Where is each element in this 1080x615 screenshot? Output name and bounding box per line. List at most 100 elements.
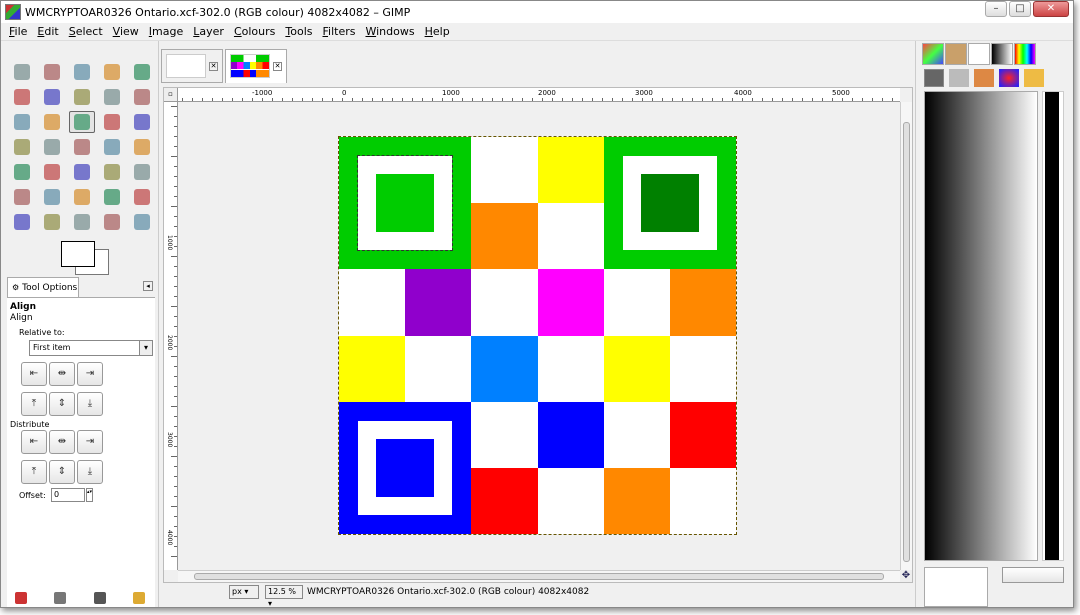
relative-to-dropdown[interactable]: First item ▾ (29, 340, 153, 356)
vertical-scroll-thumb[interactable] (903, 122, 910, 562)
vertical-ruler[interactable]: 1000 2000 3000 4000 (164, 102, 178, 570)
menu-view[interactable]: View (113, 25, 139, 38)
maximize-button[interactable]: □ (1009, 1, 1031, 17)
restore-options-icon[interactable] (54, 592, 67, 604)
perspective-tool-icon[interactable] (69, 136, 95, 158)
blend-tool-icon[interactable] (69, 161, 95, 183)
dodge-burn-tool-icon[interactable] (99, 211, 125, 233)
image-tab-blank[interactable]: ✕ (161, 49, 223, 83)
by-color-select-tool-icon[interactable] (129, 61, 155, 83)
cage-transform-tool-icon[interactable] (129, 136, 155, 158)
color-picker-tool-icon[interactable] (99, 86, 125, 108)
align-right-button[interactable]: ⇥ (77, 362, 103, 386)
align-middle-v-button[interactable]: ⇕ (49, 392, 75, 416)
menu-tools[interactable]: Tools (285, 25, 312, 38)
horizontal-scroll-thumb[interactable] (194, 573, 884, 580)
ink-tool-icon[interactable] (69, 186, 95, 208)
distribute-bottom-button[interactable]: ⤓ (77, 460, 103, 484)
distribute-left-button[interactable]: ⇤ (21, 430, 47, 454)
image-canvas[interactable] (338, 136, 737, 535)
rect-select-tool-icon[interactable] (9, 61, 35, 83)
shear-tool-icon[interactable] (39, 136, 65, 158)
extra-tool-icon[interactable] (129, 211, 155, 233)
menu-layer[interactable]: Layer (193, 25, 224, 38)
colour-icon[interactable] (999, 69, 1019, 87)
paths-tool-icon[interactable] (69, 86, 95, 108)
paintbrush-tool-icon[interactable] (129, 161, 155, 183)
horizontal-ruler[interactable]: -1000 0 1000 2000 3000 4000 5000 (178, 88, 900, 102)
save-options-icon[interactable] (14, 592, 27, 604)
gradient-preview[interactable] (924, 91, 1038, 561)
reset-options-icon[interactable] (133, 592, 146, 604)
brush-icon[interactable] (1024, 69, 1044, 87)
ellipse-select-tool-icon[interactable] (39, 61, 65, 83)
close-icon[interactable]: ✕ (209, 62, 218, 71)
image-tab-ontario[interactable]: ✕ (225, 49, 287, 83)
menu-edit[interactable]: Edit (37, 25, 58, 38)
navigate-icon[interactable]: ✥ (900, 570, 912, 582)
text-tool-icon[interactable] (9, 161, 35, 183)
rotate-tool-icon[interactable] (129, 111, 155, 133)
tab-crosshair[interactable] (968, 43, 990, 65)
align-tool-icon[interactable] (69, 111, 95, 133)
channels-icon[interactable] (949, 69, 969, 87)
bucket-fill-tool-icon[interactable] (39, 161, 65, 183)
distribute-top-button[interactable]: ⤒ (21, 460, 47, 484)
dock-scrollbar[interactable] (1042, 91, 1064, 561)
tab-tool-options[interactable]: ⚙ Tool Options (7, 277, 79, 297)
offset-input[interactable]: 0 (51, 488, 85, 502)
zoom-select[interactable]: 12.5 % ▾ (265, 585, 303, 607)
eraser-tool-icon[interactable] (9, 186, 35, 208)
pencil-tool-icon[interactable] (99, 161, 125, 183)
menu-filters[interactable]: Filters (323, 25, 356, 38)
fuzzy-select-tool-icon[interactable] (99, 61, 125, 83)
menu-select[interactable]: Select (69, 25, 103, 38)
measure-tool-icon[interactable] (9, 111, 35, 133)
tab-palettes[interactable] (1014, 43, 1036, 65)
menu-colours[interactable]: Colours (234, 25, 275, 38)
tab-gradients[interactable] (991, 43, 1013, 65)
offset-spinner[interactable]: ▴▾ (86, 488, 93, 502)
align-bottom-button[interactable]: ⤓ (77, 392, 103, 416)
zoom-tool-icon[interactable] (129, 86, 155, 108)
menu-image[interactable]: Image (149, 25, 183, 38)
blur-tool-icon[interactable] (39, 211, 65, 233)
distribute-middle-v-button[interactable]: ⇕ (49, 460, 75, 484)
delete-options-icon[interactable] (93, 592, 106, 604)
menu-windows[interactable]: Windows (365, 25, 414, 38)
layers-icon[interactable] (924, 69, 944, 87)
scissors-select-tool-icon[interactable] (9, 86, 35, 108)
close-icon[interactable]: ✕ (273, 62, 282, 71)
close-button[interactable]: ✕ (1033, 1, 1069, 17)
menu-file[interactable]: File (9, 25, 27, 38)
panel-menu-icon[interactable]: ◂ (143, 281, 153, 291)
clone-tool-icon[interactable] (99, 186, 125, 208)
horizontal-scrollbar[interactable] (178, 570, 900, 582)
align-left-button[interactable]: ⇤ (21, 362, 47, 386)
distribute-right-button[interactable]: ⇥ (77, 430, 103, 454)
heal-tool-icon[interactable] (129, 186, 155, 208)
foreground-color-swatch[interactable] (61, 241, 95, 267)
foreground-select-tool-icon[interactable] (39, 86, 65, 108)
smudge-tool-icon[interactable] (69, 211, 95, 233)
tab-patterns[interactable] (922, 43, 944, 65)
vertical-scrollbar[interactable] (900, 102, 912, 570)
ruler-corner-button[interactable]: ▫ (164, 88, 178, 102)
move-tool-icon[interactable] (39, 111, 65, 133)
scale-tool-icon[interactable] (9, 136, 35, 158)
fg-bg-colors[interactable] (61, 241, 113, 275)
align-top-button[interactable]: ⤒ (21, 392, 47, 416)
tab-brushes[interactable] (945, 43, 967, 65)
free-select-tool-icon[interactable] (69, 61, 95, 83)
paths-icon[interactable] (974, 69, 994, 87)
align-center-h-button[interactable]: ⇹ (49, 362, 75, 386)
dock-edit-button[interactable] (1002, 567, 1064, 583)
perspective-clone-tool-icon[interactable] (9, 211, 35, 233)
crop-tool-icon[interactable] (99, 111, 125, 133)
airbrush-tool-icon[interactable] (39, 186, 65, 208)
distribute-center-h-button[interactable]: ⇹ (49, 430, 75, 454)
flip-tool-icon[interactable] (99, 136, 125, 158)
unit-select[interactable]: px ▾ (229, 585, 259, 599)
menu-help[interactable]: Help (425, 25, 450, 38)
minimize-button[interactable]: – (985, 1, 1007, 17)
